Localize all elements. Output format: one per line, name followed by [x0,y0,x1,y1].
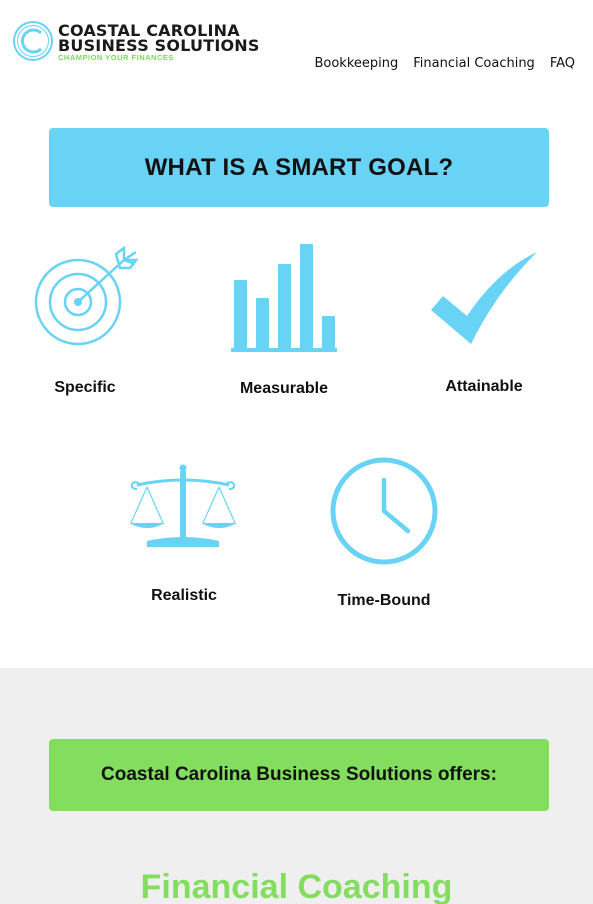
goal-realistic [99,463,269,551]
goal-label-measurable: Measurable [239,380,329,397]
goal-time-bound [299,456,469,566]
checkmark-icon [431,252,537,344]
nav-link-bookkeeping[interactable]: Bookkeeping [314,56,398,71]
goal-label-realistic: Realistic [151,587,217,604]
goal-label-time-bound: Time-Bound [337,592,431,609]
smart-goal-banner: WHAT IS A SMART GOAL? [49,128,549,207]
goal-label-specific: Specific [54,379,116,396]
brand-logo[interactable]: COASTAL CAROLINA BUSINESS SOLUTIONS CHAM… [12,18,262,66]
scales-icon [129,464,237,547]
clock-icon [330,457,438,565]
main-nav: Bookkeeping Financial Coaching FAQ [314,56,575,71]
target-arrow-icon [34,246,139,346]
nav-link-faq[interactable]: FAQ [550,56,575,71]
page-title: WHAT IS A SMART GOAL? [144,153,454,181]
site-header: COASTAL CAROLINA BUSINESS SOLUTIONS CHAM… [0,0,593,90]
nav-link-financial-coaching[interactable]: Financial Coaching [413,56,535,71]
goal-attainable [399,250,569,346]
goal-specific [0,246,170,352]
goal-measurable [199,244,369,354]
brand-tagline: CHAMPION YOUR FINANCES [58,53,174,62]
logo-c-icon [13,21,53,61]
bar-chart-icon [231,244,337,352]
goal-label-attainable: Attainable [445,378,523,395]
offers-text: Coastal Carolina Business Solutions offe… [101,764,497,785]
offers-banner: Coastal Carolina Business Solutions offe… [49,739,549,811]
service-title: Financial Coaching [140,868,453,904]
